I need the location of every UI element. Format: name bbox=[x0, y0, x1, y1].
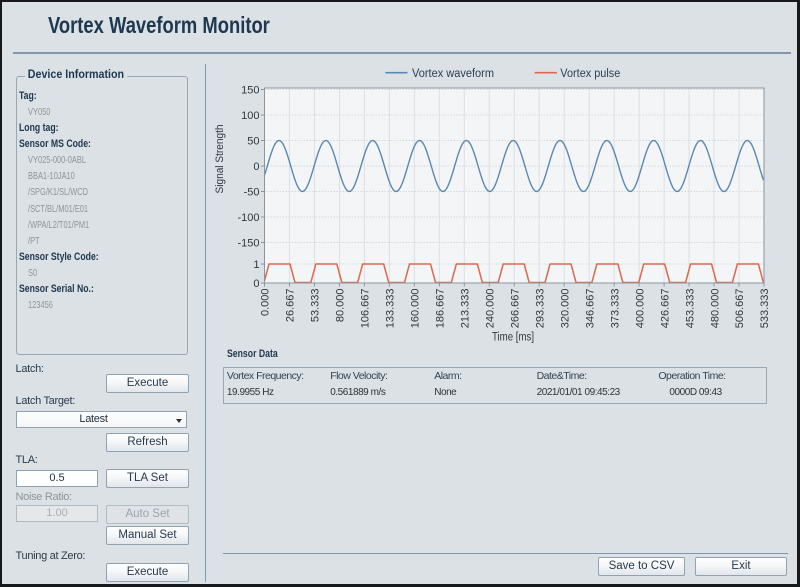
svg-text:50: 50 bbox=[247, 135, 259, 147]
svg-text:80.000: 80.000 bbox=[335, 289, 347, 323]
svg-text:-150: -150 bbox=[237, 237, 259, 249]
svg-text:Vortex waveform: Vortex waveform bbox=[412, 68, 494, 80]
svg-text:320.000: 320.000 bbox=[559, 289, 571, 329]
svg-text:0: 0 bbox=[253, 161, 259, 173]
svg-text:506.667: 506.667 bbox=[734, 289, 746, 329]
svg-text:Time [ms]: Time [ms] bbox=[492, 332, 534, 344]
svg-text:533.333: 533.333 bbox=[759, 289, 771, 329]
svg-text:373.333: 373.333 bbox=[609, 289, 621, 329]
svg-text:Signal Strength: Signal Strength bbox=[214, 125, 226, 194]
svg-text:346.667: 346.667 bbox=[584, 289, 596, 329]
svg-text:133.333: 133.333 bbox=[385, 289, 397, 329]
svg-text:0: 0 bbox=[253, 278, 259, 290]
svg-text:266.667: 266.667 bbox=[509, 289, 521, 329]
svg-text:1: 1 bbox=[253, 259, 259, 271]
svg-text:293.333: 293.333 bbox=[534, 289, 546, 329]
svg-text:-100: -100 bbox=[237, 212, 259, 224]
svg-text:53.333: 53.333 bbox=[310, 289, 322, 323]
svg-text:400.000: 400.000 bbox=[634, 289, 646, 329]
svg-text:480.000: 480.000 bbox=[709, 289, 721, 329]
svg-text:Vortex pulse: Vortex pulse bbox=[560, 68, 620, 80]
svg-text:213.333: 213.333 bbox=[460, 289, 472, 329]
svg-text:0.000: 0.000 bbox=[260, 289, 272, 317]
svg-text:26.667: 26.667 bbox=[285, 289, 297, 323]
svg-text:106.667: 106.667 bbox=[360, 289, 372, 329]
svg-text:240.000: 240.000 bbox=[484, 289, 496, 329]
svg-text:426.667: 426.667 bbox=[659, 289, 671, 329]
svg-text:100: 100 bbox=[241, 110, 259, 122]
svg-text:160.000: 160.000 bbox=[410, 289, 422, 329]
svg-text:150: 150 bbox=[241, 84, 259, 96]
svg-text:-50: -50 bbox=[244, 186, 260, 198]
svg-text:453.333: 453.333 bbox=[684, 289, 696, 329]
svg-text:186.667: 186.667 bbox=[435, 289, 447, 329]
